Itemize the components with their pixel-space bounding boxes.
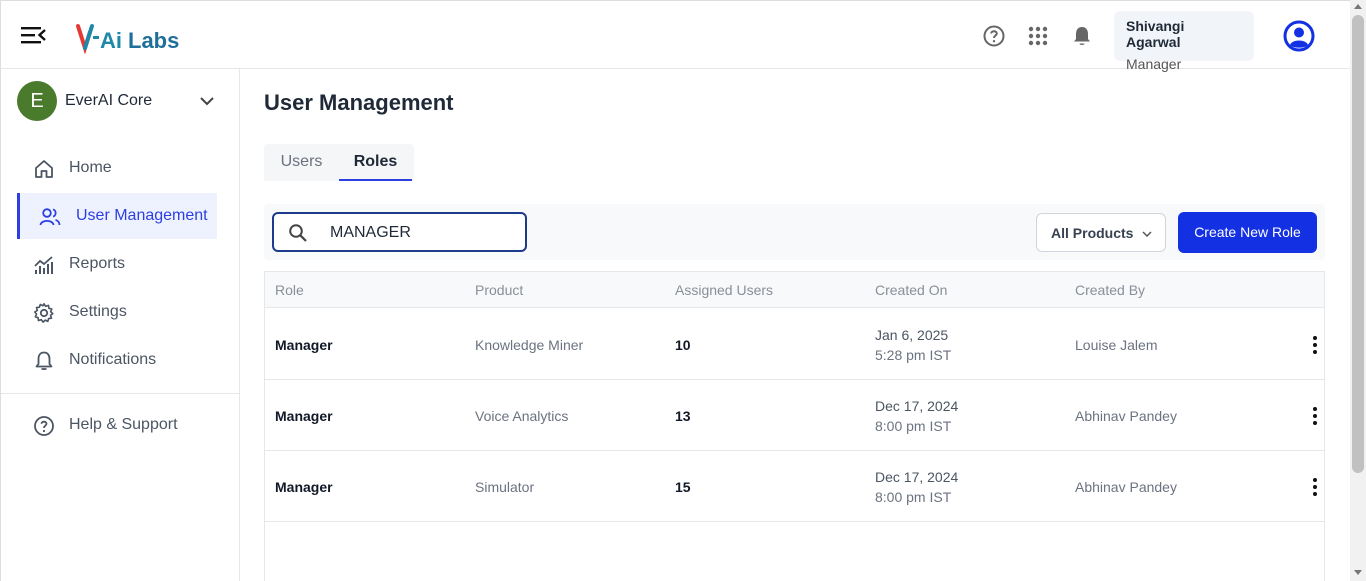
table-header: Role Product Assigned Users Created On C…	[265, 272, 1324, 308]
column-header-product[interactable]: Product	[475, 282, 523, 298]
cell-product: Simulator	[475, 479, 535, 495]
user-profile-chip[interactable]: Shivangi Agarwal Manager	[1114, 11, 1254, 72]
help-icon	[34, 416, 54, 436]
more-vertical-icon[interactable]	[1305, 334, 1325, 356]
product-filter-select[interactable]: All Products	[1036, 213, 1166, 252]
cell-product: Voice Analytics	[475, 408, 569, 424]
page-title: User Management	[264, 90, 454, 115]
tab-users[interactable]: Users	[264, 144, 339, 181]
cell-created-date: Jan 6, 2025	[875, 327, 949, 343]
sidebar-item-label: Reports	[69, 255, 126, 272]
app-root: Ai Labs Shivangi Agarwal Manager E EverA…	[0, 0, 1366, 581]
column-header-created-on[interactable]: Created On	[875, 282, 947, 298]
gear-icon	[34, 303, 54, 323]
scroll-up-arrow-icon[interactable]	[1354, 4, 1362, 9]
cell-role: Manager	[275, 408, 333, 424]
tab-roles[interactable]: Roles	[339, 144, 412, 181]
apps-grid-icon[interactable]	[1026, 24, 1050, 48]
cell-created-by: Abhinav Pandey	[1075, 479, 1177, 495]
roles-table: Role Product Assigned Users Created On C…	[264, 271, 1325, 581]
search-field[interactable]	[272, 212, 527, 252]
bell-icon[interactable]	[1070, 24, 1094, 48]
sidebar-item-user-management[interactable]: User Management	[17, 193, 217, 239]
cell-product: Knowledge Miner	[475, 337, 584, 353]
sidebar-item-notifications[interactable]: Notifications	[17, 337, 217, 383]
more-vertical-icon[interactable]	[1305, 405, 1325, 427]
vailabs-logo[interactable]: Ai Labs	[76, 18, 181, 54]
chart-icon	[34, 256, 53, 274]
cell-assigned-users: 13	[675, 408, 691, 424]
sidebar-item-help-support[interactable]: Help & Support	[17, 402, 217, 448]
svg-text:Labs: Labs	[128, 28, 179, 53]
cell-created-time: 8:00 pm IST	[875, 418, 952, 434]
cell-created-time: 8:00 pm IST	[875, 489, 952, 505]
top-header: Ai Labs Shivangi Agarwal Manager	[0, 0, 1350, 72]
cell-role: Manager	[275, 479, 333, 495]
user-role: Manager	[1126, 56, 1182, 72]
sidebar-divider	[1, 393, 240, 394]
help-icon[interactable]	[982, 24, 1006, 48]
org-switcher[interactable]: E EverAI Core	[17, 81, 227, 121]
scrollbar-thumb[interactable]	[1352, 15, 1364, 473]
cell-assigned-users: 10	[675, 337, 691, 353]
user-name: Shivangi Agarwal	[1126, 18, 1185, 50]
org-name: EverAI Core	[65, 92, 153, 109]
sidebar-item-label: Help & Support	[69, 416, 178, 433]
cell-created-by: Louise Jalem	[1075, 337, 1158, 353]
column-header-role[interactable]: Role	[275, 282, 304, 298]
sidebar-item-label: User Management	[76, 207, 208, 224]
column-header-assigned-users[interactable]: Assigned Users	[675, 282, 773, 298]
table-row[interactable]: Manager Voice Analytics 13 Dec 17, 2024 …	[265, 380, 1324, 451]
cell-role: Manager	[275, 337, 333, 353]
account-circle-icon[interactable]	[1283, 20, 1315, 52]
table-row[interactable]: Manager Knowledge Miner 10 Jan 6, 2025 5…	[265, 309, 1324, 380]
sidebar-item-home[interactable]: Home	[17, 145, 217, 191]
tab-bar: Users Roles	[264, 144, 414, 181]
bell-icon	[35, 351, 53, 370]
cell-created-date: Dec 17, 2024	[875, 398, 959, 414]
chevron-down-icon	[200, 97, 214, 106]
cell-created-date: Dec 17, 2024	[875, 469, 959, 485]
sidebar: E EverAI Core Home User Management Repor…	[0, 69, 240, 581]
column-header-created-by[interactable]: Created By	[1075, 282, 1145, 298]
sidebar-item-label: Notifications	[69, 351, 157, 368]
svg-text:Ai: Ai	[100, 28, 122, 53]
cell-assigned-users: 15	[675, 479, 691, 495]
roles-toolbar: All Products Create New Role	[264, 204, 1325, 260]
search-input[interactable]	[330, 222, 515, 244]
scroll-down-arrow-icon[interactable]	[1354, 570, 1362, 575]
cell-created-by: Abhinav Pandey	[1075, 408, 1177, 424]
chevron-down-icon	[1142, 231, 1152, 238]
cell-created-time: 5:28 pm IST	[875, 347, 952, 363]
search-icon	[289, 224, 307, 242]
table-row[interactable]: Manager Simulator 15 Dec 17, 2024 8:00 p…	[265, 451, 1324, 522]
sidebar-item-label: Home	[69, 159, 112, 176]
more-vertical-icon[interactable]	[1305, 476, 1325, 498]
menu-collapse-icon[interactable]	[19, 23, 47, 47]
org-avatar: E	[17, 81, 57, 121]
page-scrollbar[interactable]	[1350, 0, 1366, 581]
create-new-role-button[interactable]: Create New Role	[1178, 212, 1317, 253]
users-icon	[39, 208, 61, 226]
sidebar-item-label: Settings	[69, 303, 127, 320]
product-filter-value: All Products	[1051, 225, 1134, 241]
sidebar-item-settings[interactable]: Settings	[17, 289, 217, 335]
home-icon	[35, 160, 53, 178]
sidebar-item-reports[interactable]: Reports	[17, 241, 217, 287]
